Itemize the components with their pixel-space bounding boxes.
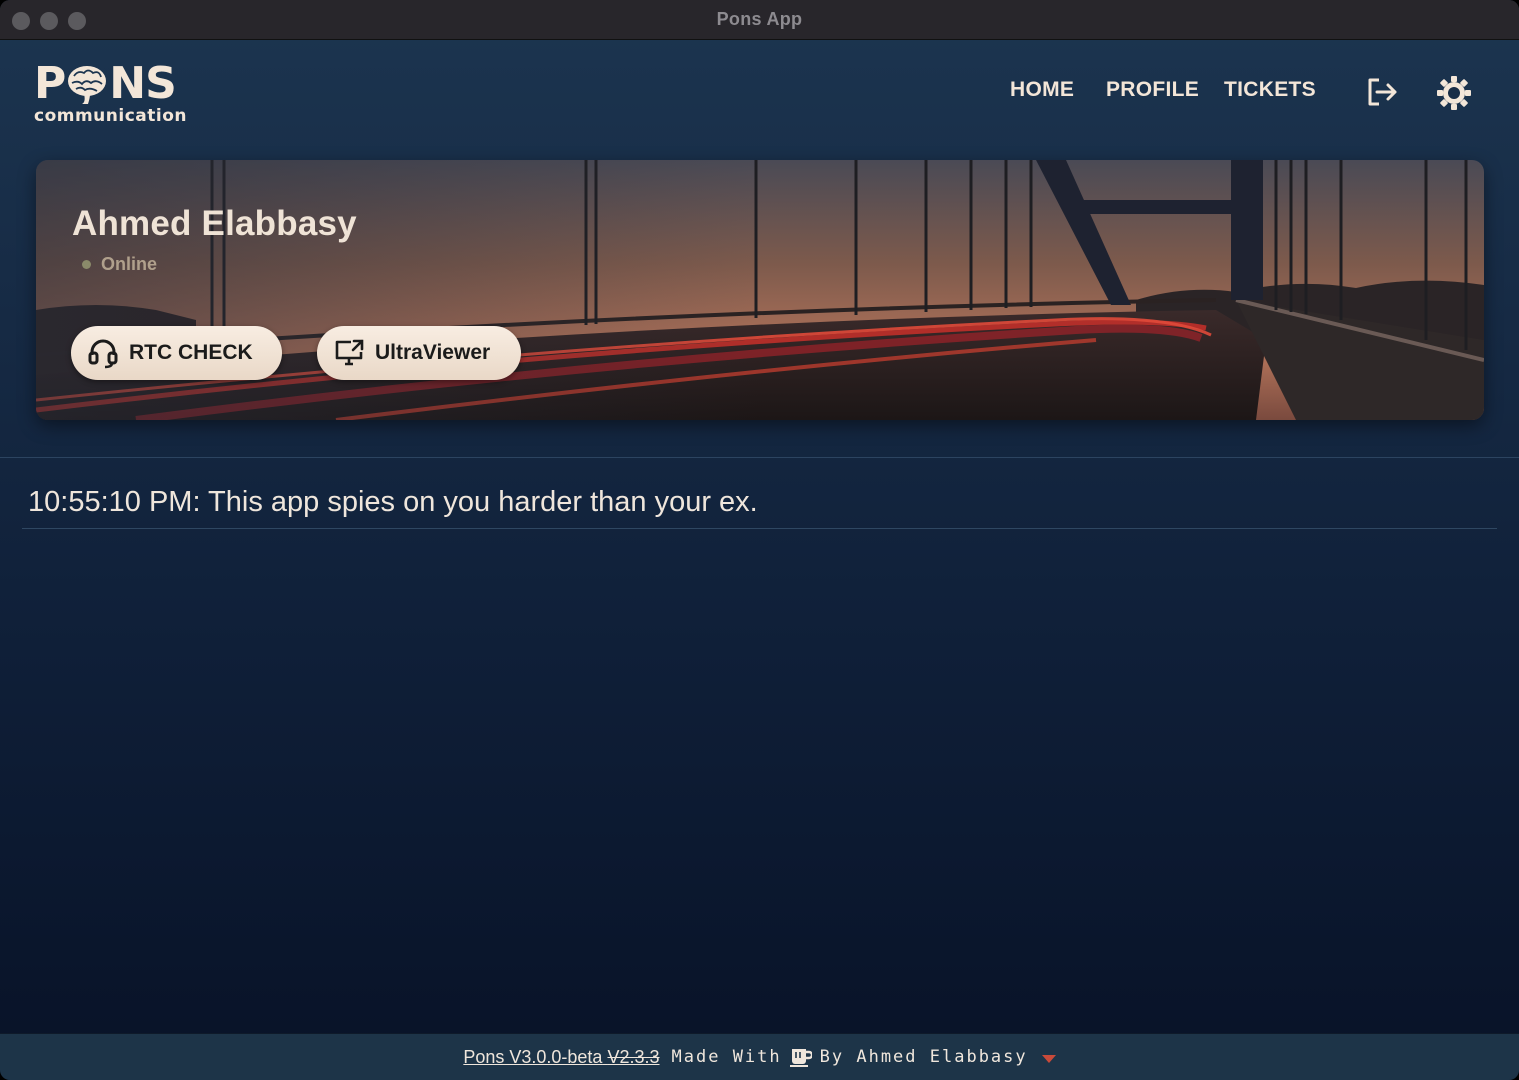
sun-settings-icon[interactable] (1435, 74, 1473, 112)
close-window-button[interactable] (12, 12, 30, 30)
app-window: Pons App P NS communication HOME PROFILE… (0, 0, 1519, 1080)
nav-tickets[interactable]: TICKETS (1224, 78, 1316, 102)
logo-letter-p: P (34, 58, 66, 109)
rtc-check-button[interactable]: RTC CHECK (71, 326, 282, 380)
status-label: Online (101, 254, 158, 274)
window-title: Pons App (716, 9, 803, 29)
log-message: 10:55:10 PM: This app spies on you harde… (28, 486, 758, 518)
logout-icon[interactable] (1364, 74, 1400, 110)
minimize-window-button[interactable] (40, 12, 58, 30)
footer: Pons V3.0.0-beta V2.3.3 Made With By Ahm… (0, 1033, 1519, 1080)
section-divider (0, 457, 1519, 458)
coffee-cup-icon (789, 1049, 812, 1067)
old-version: V2.3.3 (607, 1046, 660, 1067)
pons-logo[interactable]: P NS communication (34, 58, 194, 127)
online-status: Online (82, 254, 157, 275)
status-dot-icon (82, 260, 91, 269)
made-with-label: Made With (671, 1047, 782, 1067)
current-version: Pons V3.0.0-beta (463, 1046, 603, 1067)
nav-profile[interactable]: PROFILE (1106, 78, 1199, 102)
caret-down-icon[interactable] (1041, 1055, 1056, 1063)
ultraviewer-label: UltraViewer (375, 341, 491, 364)
brain-icon (68, 66, 107, 104)
window-controls (12, 12, 86, 30)
author-credit: By Ahmed Elabbasy (819, 1047, 1028, 1067)
ultraviewer-button[interactable]: UltraViewer (317, 326, 521, 380)
headset-icon (88, 339, 118, 369)
logo-subtitle: communication (34, 106, 188, 126)
logo-letters-ns: NS (109, 58, 177, 109)
screen-share-icon (335, 339, 364, 366)
message-divider (22, 528, 1497, 529)
title-bar[interactable]: Pons App (0, 0, 1519, 40)
nav-home[interactable]: HOME (1010, 78, 1074, 102)
version-link[interactable]: Pons V3.0.0-beta V2.3.3 (463, 1047, 659, 1068)
profile-banner: Ahmed Elabbasy Online RTC CHECK UltraVie… (36, 160, 1484, 420)
user-name: Ahmed Elabbasy (72, 204, 357, 243)
zoom-window-button[interactable] (68, 12, 86, 30)
bridge-background-image (36, 160, 1484, 420)
rtc-check-label: RTC CHECK (129, 341, 253, 364)
